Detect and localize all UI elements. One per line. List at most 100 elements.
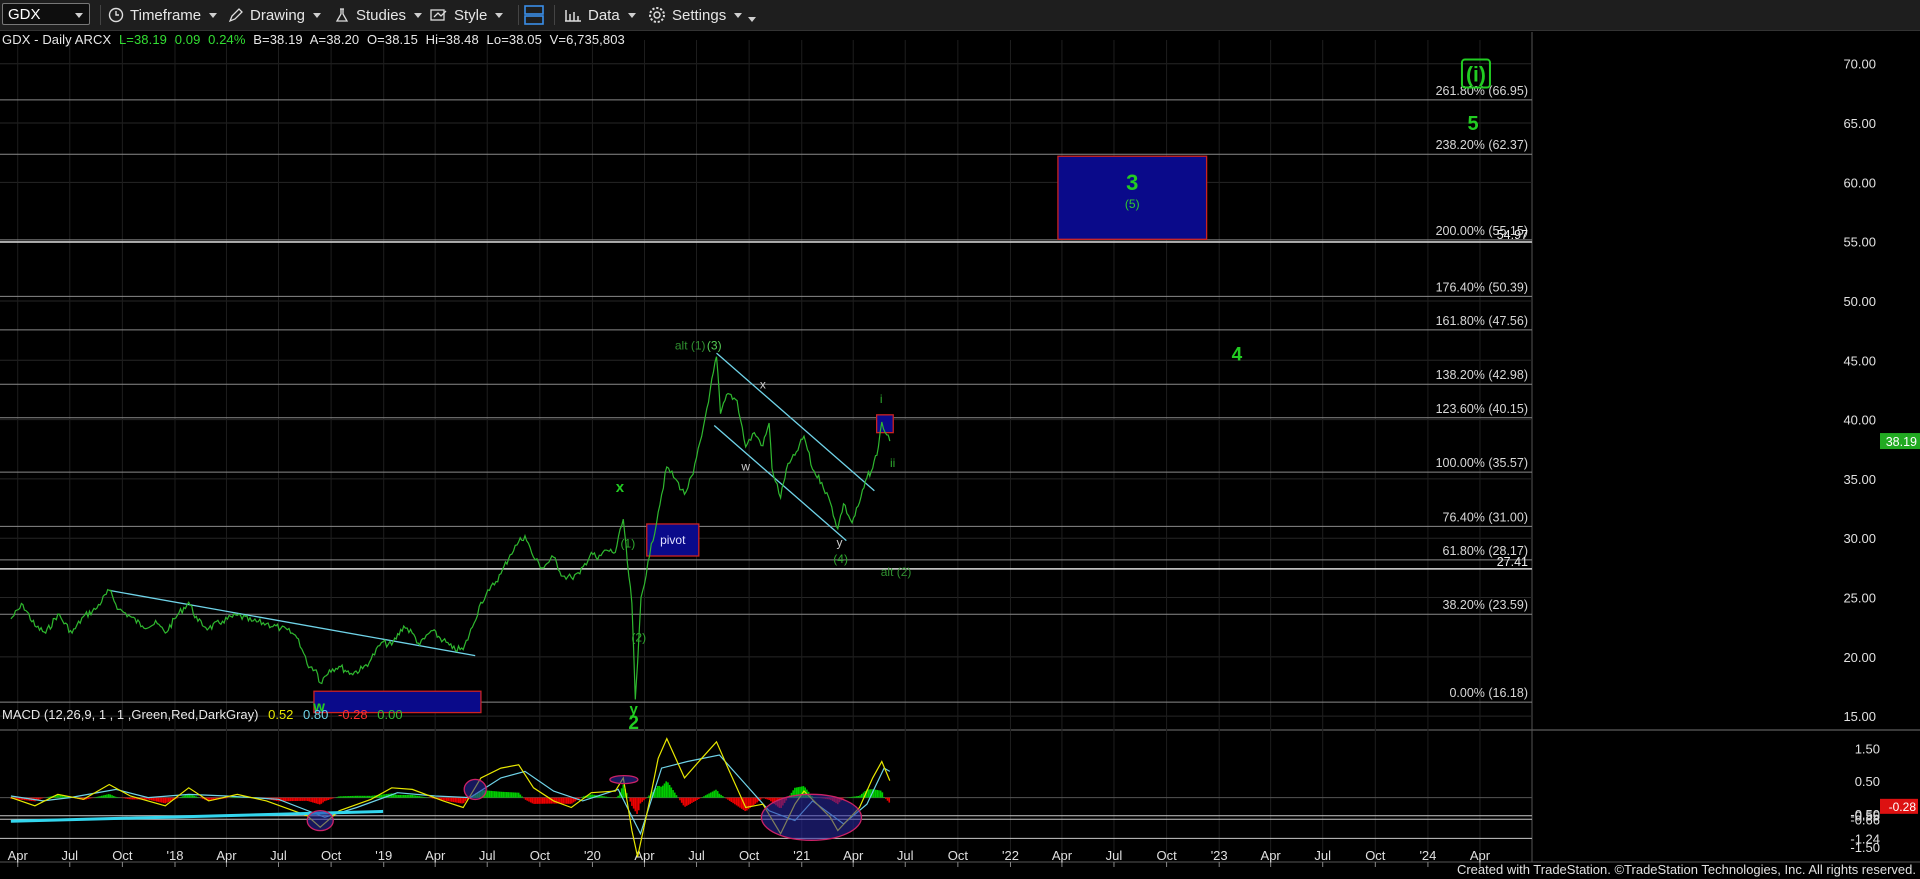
- price-axis: 70.00 65.00 60.00 55.00 50.00 45.00 40.00 35.00…: [1843, 57, 1920, 724]
- trendline-channel-top: [716, 352, 875, 492]
- time-tick-label: Jul: [479, 848, 496, 863]
- time-tick-label: '24: [1419, 848, 1436, 863]
- time-tick-label: Jul: [61, 848, 78, 863]
- last-price: L=38.19: [118, 32, 168, 47]
- price-tick-label: 55.00: [1843, 235, 1876, 250]
- macd-highlight-ellipse: [463, 778, 487, 801]
- time-tick-label: Jul: [688, 848, 705, 863]
- price-change-pct: 0.24%: [208, 32, 246, 47]
- wave-label: (4): [833, 552, 848, 566]
- macd-tick-label: 0.50: [1855, 774, 1880, 789]
- wave-label: x: [760, 378, 766, 392]
- wave-label: i: [880, 392, 883, 406]
- time-tick-label: Oct: [321, 848, 342, 863]
- horizontal-line-label: 54.97: [1497, 228, 1528, 242]
- time-tick-label: '23: [1211, 848, 1228, 863]
- ask-price: A=38.20: [309, 32, 360, 47]
- time-tick-label: '21: [793, 848, 810, 863]
- macd-highlight-ellipse: [306, 809, 334, 832]
- time-tick-label: Jul: [1106, 848, 1123, 863]
- high-price: Hi=38.48: [425, 32, 479, 47]
- macd-diff-value: -0.28: [337, 707, 368, 722]
- time-tick-label: Jul: [897, 848, 914, 863]
- time-tick-label: Oct: [112, 848, 133, 863]
- fib-label: 123.60% (40.15): [1436, 402, 1528, 416]
- time-tick-label: Apr: [1052, 848, 1073, 863]
- price-tick-label: 40.00: [1843, 413, 1876, 428]
- macd-zero-value: 0.00: [377, 707, 403, 722]
- time-tick-label: Jul: [270, 848, 287, 863]
- wave-label: 4: [1232, 344, 1243, 365]
- time-tick-label: Jul: [1314, 848, 1331, 863]
- wave-label: 5: [1468, 113, 1479, 135]
- last-price-label: 38.19: [1886, 435, 1917, 449]
- macd-signal-line: [10, 754, 891, 836]
- price-chart[interactable]: 70.0065.0060.0055.0050.0045.0040.0035.00…: [0, 0, 1920, 879]
- fib-label: 38.20% (23.59): [1443, 598, 1528, 612]
- price-tick-label: 65.00: [1843, 116, 1876, 131]
- time-tick-label: Oct: [1365, 848, 1386, 863]
- wave-label: (1): [621, 537, 636, 551]
- target-box-current: [876, 414, 894, 434]
- box-label: pivot: [660, 533, 686, 547]
- box-sublabel: (5): [1125, 197, 1140, 211]
- time-tick-label: Apr: [843, 848, 864, 863]
- price-change: 0.09: [174, 32, 201, 47]
- macd-tick-label: -1.24: [1850, 831, 1880, 846]
- price-tick-label: 35.00: [1843, 472, 1876, 487]
- time-tick-label: Oct: [739, 848, 760, 863]
- macd-value: 0.52: [268, 707, 294, 722]
- time-tick-label: '19: [375, 848, 392, 863]
- price-tick-label: 45.00: [1843, 353, 1876, 368]
- time-tick-label: Apr: [216, 848, 237, 863]
- price-tick-label: 20.00: [1843, 650, 1876, 665]
- price-tick-label: 15.00: [1843, 709, 1876, 724]
- fibonacci-levels: 261.80% (66.95)238.20% (62.37)200.00% (5…: [0, 84, 1532, 703]
- price-line: [10, 356, 891, 700]
- symbol-title: GDX - Daily ARCX: [2, 32, 112, 47]
- price-tick-label: 60.00: [1843, 175, 1876, 190]
- macd-highlight-ellipse: [609, 774, 639, 785]
- time-tick-label: '20: [584, 848, 601, 863]
- wave-label: (i): [1466, 64, 1486, 87]
- low-price: Lo=38.05: [486, 32, 542, 47]
- time-tick-label: '18: [167, 848, 184, 863]
- macd-tick-label: 1.50: [1855, 741, 1880, 756]
- open-price: O=38.15: [366, 32, 418, 47]
- box-label: 3: [1126, 170, 1138, 195]
- copyright-footer: Created with TradeStation. ©TradeStation…: [1456, 862, 1916, 877]
- price-tick-label: 50.00: [1843, 294, 1876, 309]
- price-series: [10, 356, 891, 700]
- wave-label: alt (1): [675, 339, 706, 353]
- macd-tick-label: -0.66: [1850, 812, 1880, 827]
- macd-axis: 1.500.50-0.50-1.50-1.24-0.55-0.66-0.28: [1850, 741, 1918, 855]
- symbol-info-line: GDX - Daily ARCX L=38.19 0.09 0.24% B=38…: [2, 32, 629, 47]
- wave-label: x: [616, 479, 625, 496]
- time-tick-label: Apr: [425, 848, 446, 863]
- fib-label: 176.40% (50.39): [1436, 280, 1528, 294]
- trendline-channel-bottom: [713, 425, 847, 542]
- chart-grid: [0, 32, 1920, 863]
- wave-label: w: [740, 460, 750, 474]
- trendline-upper-2018: [109, 589, 476, 657]
- wave-labels: w y2x(1)(2)alt (1) (3)xwy(4)alt (2)iii45(i…: [312, 58, 1491, 734]
- bid-price: B=38.19: [253, 32, 303, 47]
- wave-label: (2): [631, 630, 646, 644]
- time-axis: Apr Jul Oct '18 Apr Jul Oct '19 Apr Jul Oct '20 Apr J…: [8, 848, 1491, 867]
- fib-label: 100.00% (35.57): [1436, 456, 1528, 470]
- price-tick-label: 70.00: [1843, 57, 1876, 72]
- time-tick-label: Apr: [1470, 848, 1491, 863]
- time-tick-label: Apr: [1261, 848, 1282, 863]
- macd-panel: [0, 737, 1532, 857]
- fib-label: 0.00% (16.18): [1449, 686, 1528, 700]
- fib-label: 76.40% (31.00): [1443, 510, 1528, 524]
- time-tick-label: '22: [1002, 848, 1019, 863]
- fib-label: 138.20% (42.98): [1436, 368, 1528, 382]
- trendlines: [109, 352, 875, 657]
- time-tick-label: Oct: [1156, 848, 1177, 863]
- wave-label: alt (2): [881, 565, 912, 579]
- volume: V=6,735,803: [549, 32, 625, 47]
- horizontal-line-label: 27.41: [1497, 555, 1528, 569]
- macd-signal-value: 0.80: [303, 707, 329, 722]
- macd-study-label: MACD (12,26,9, 1 , 1 ,Green,Red,DarkGray…: [2, 707, 259, 722]
